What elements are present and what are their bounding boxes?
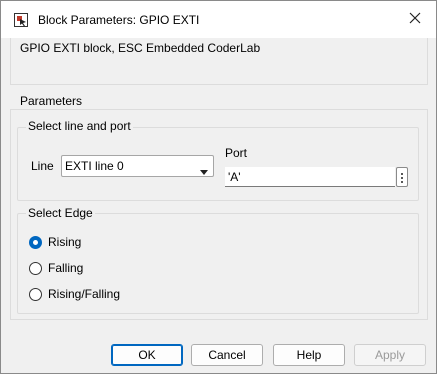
line-dropdown[interactable]: EXTI line 0 — [61, 155, 214, 177]
line-dropdown-value: EXTI line 0 — [65, 159, 124, 173]
radio-button[interactable] — [29, 287, 42, 301]
port-label: Port — [225, 146, 248, 160]
block-description: GPIO EXTI block, ESC Embedded CoderLab — [20, 41, 261, 55]
parameters-heading: Parameters — [20, 94, 83, 108]
title-bar[interactable]: Block Parameters: GPIO EXTI — [1, 1, 436, 38]
block-parameters-icon — [14, 13, 28, 27]
close-button[interactable] — [402, 7, 428, 31]
radio-button[interactable] — [29, 261, 42, 275]
port-options-button[interactable] — [396, 167, 408, 187]
block-parameters-dialog: Block Parameters: GPIO EXTI GPIO EXTI bl… — [0, 0, 437, 374]
more-options-dot — [401, 177, 403, 179]
ok-button[interactable]: OK — [111, 344, 183, 366]
radio-label: Rising/Falling — [48, 287, 121, 301]
radio-label: Rising — [48, 235, 82, 249]
more-options-icon — [401, 173, 403, 175]
radio-falling[interactable]: Falling — [29, 260, 83, 276]
radio-rising-falling[interactable]: Rising/Falling — [29, 286, 120, 302]
description-panel: GPIO EXTI block, ESC Embedded CoderLab — [10, 38, 428, 85]
radio-button-checked[interactable] — [29, 235, 42, 249]
line-port-group-title: Select line and port — [26, 119, 133, 133]
radio-rising[interactable]: Rising — [29, 234, 81, 250]
edge-group-title: Select Edge — [26, 206, 95, 220]
cancel-button[interactable]: Cancel — [191, 344, 263, 366]
port-input[interactable] — [225, 167, 395, 187]
apply-button[interactable]: Apply — [354, 344, 426, 366]
radio-label: Falling — [48, 261, 84, 275]
close-icon — [409, 12, 421, 27]
help-button[interactable]: Help — [273, 344, 345, 366]
more-options-dot — [401, 181, 403, 183]
window-title: Block Parameters: GPIO EXTI — [38, 13, 200, 27]
chevron-down-icon — [200, 164, 208, 175]
line-label: Line — [31, 159, 54, 173]
